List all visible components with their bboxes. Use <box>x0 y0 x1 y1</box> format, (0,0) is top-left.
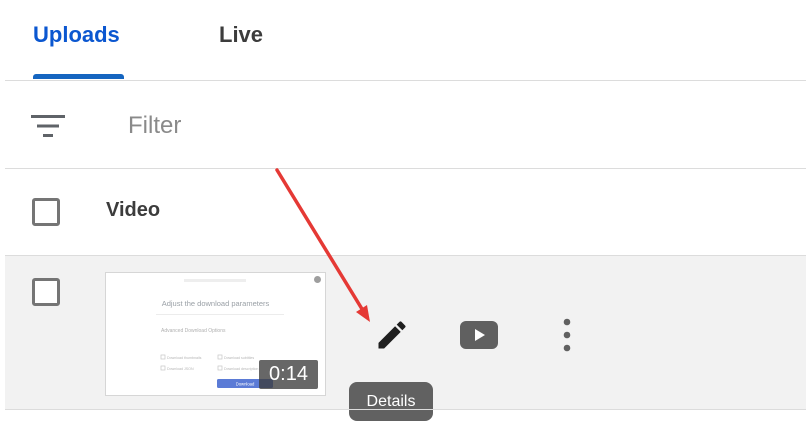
filter-input[interactable] <box>128 108 528 144</box>
active-tab-indicator <box>33 74 124 79</box>
row-checkbox[interactable] <box>32 278 60 306</box>
thumbnail-option: Download JSON <box>167 367 194 371</box>
pencil-icon[interactable] <box>374 317 410 353</box>
thumbnail-button-label: Download <box>236 382 255 387</box>
divider <box>5 409 806 410</box>
thumbnail-option: Download thumbnails <box>167 356 202 360</box>
more-vert-icon[interactable] <box>558 318 576 352</box>
divider <box>5 80 806 81</box>
thumbnail-option: Download description <box>224 367 258 371</box>
youtube-play-icon[interactable] <box>460 321 498 349</box>
thumbnail-indicator-dot <box>314 276 321 283</box>
tab-uploads[interactable]: Uploads <box>33 22 120 48</box>
filter-list-icon[interactable] <box>31 114 65 138</box>
thumbnail-section-label: Advanced Download Options <box>161 328 226 334</box>
select-all-checkbox[interactable] <box>32 198 60 226</box>
thumbnail-title: Adjust the download parameters <box>162 299 270 308</box>
column-header-video: Video <box>106 199 161 221</box>
tab-live[interactable]: Live <box>219 22 263 48</box>
video-duration-badge: 0:14 <box>259 360 318 389</box>
tab-bar: Uploads Live <box>0 0 811 80</box>
divider <box>5 168 806 169</box>
thumbnail-option: Download subtitles <box>224 356 254 360</box>
details-tooltip: Details <box>349 382 433 421</box>
